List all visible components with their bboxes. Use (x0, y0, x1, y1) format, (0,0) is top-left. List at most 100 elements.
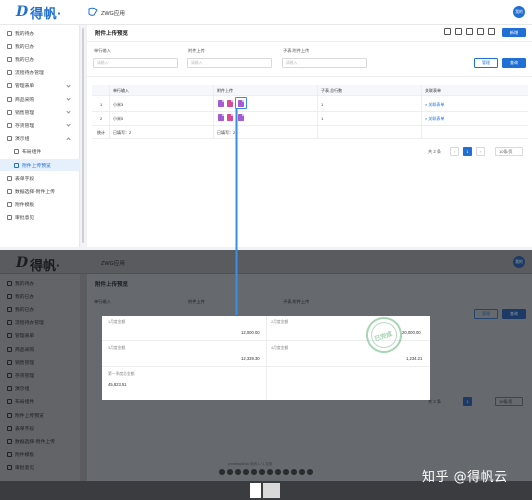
zoom-out-icon[interactable] (219, 469, 225, 475)
app-name[interactable]: ZWG应用 (101, 9, 125, 17)
avatar[interactable]: 我的 (513, 6, 525, 18)
row-text[interactable]: 小米3 (113, 102, 123, 108)
sidebar-item[interactable]: 数据选择-附件上传 (0, 185, 80, 197)
sidebar-item[interactable]: 我的待办 (0, 27, 80, 39)
filter-input-text[interactable]: 请输入 (93, 58, 178, 68)
overlay-sidebar-item: 附件上传预览 (0, 409, 80, 421)
page-number-button[interactable]: 1 (463, 147, 472, 156)
row-link[interactable]: ⌕ 关联表单 (425, 102, 444, 108)
overlay-sidebar-item: 附件模板 (0, 449, 80, 461)
play-icon[interactable] (267, 469, 273, 475)
row-link-label: 关联表单 (428, 102, 445, 107)
sidebar-item[interactable]: 商品采购 (0, 93, 80, 105)
page-thumbnail[interactable] (250, 483, 261, 498)
new-button[interactable]: 新增 (502, 28, 526, 37)
sidebar-item[interactable]: 管理表单 (0, 80, 80, 92)
settings-icon[interactable] (488, 28, 495, 35)
sidebar-item[interactable]: 我的已办 (0, 40, 80, 52)
field-icon (7, 175, 12, 181)
column-divider (213, 85, 214, 138)
sidebar-item-label: 数据选择-附件上传 (15, 189, 55, 195)
chevron-up-icon[interactable] (66, 136, 71, 142)
manage-button[interactable]: 管理 (474, 58, 498, 68)
chevron-down-icon[interactable] (66, 83, 71, 88)
overlay-sidebar-item-label: 布局组件 (15, 400, 35, 406)
check-icon (7, 306, 12, 312)
rotate-right-icon[interactable] (251, 469, 257, 475)
sidebar-item-label: 演示组 (15, 137, 30, 143)
overlay-sidebar-item-label: 附件模板 (15, 453, 35, 459)
table-header-upload[interactable]: 附件上传 (217, 88, 233, 94)
filter-input-upload[interactable]: 请输入 (187, 58, 272, 68)
fullscreen-icon[interactable] (299, 469, 305, 475)
next-icon[interactable] (275, 469, 281, 475)
sidebar-item[interactable]: 表单字段 (0, 172, 80, 184)
row-divider (92, 111, 528, 112)
row-link[interactable]: ⌕ 关联表单 (425, 116, 444, 122)
chevron-down-icon[interactable] (66, 109, 71, 114)
page-thumbnail[interactable] (263, 483, 280, 498)
rotate-left-icon[interactable] (243, 469, 249, 475)
refresh-icon[interactable] (444, 28, 451, 35)
overlay-sidebar-item-label: 表单字段 (15, 426, 35, 432)
page-size-select[interactable]: 10条/页 (495, 147, 523, 156)
sidebar-item[interactable]: 附件模板 (0, 199, 80, 211)
chevron-down-icon[interactable] (66, 122, 71, 128)
connector-arrow-icon (235, 108, 238, 315)
overlay-manage-button: 管理 (474, 309, 498, 319)
table-header (92, 85, 528, 96)
sidebar-item[interactable]: 流程待办管理 (0, 67, 80, 79)
approve-icon (7, 465, 12, 471)
next-page-button[interactable]: › (476, 147, 485, 156)
file-icon[interactable] (218, 100, 224, 107)
table-header-link[interactable]: 关联表单 (425, 88, 441, 94)
logo[interactable]: D 得帆· (16, 4, 62, 21)
overlay-page-number: 1 (463, 397, 472, 406)
chevron-down-icon[interactable] (66, 96, 71, 101)
sales-icon (7, 359, 12, 365)
table-header-text[interactable]: 单行输入 (113, 88, 129, 94)
row-divider (92, 138, 528, 139)
prev-page-button[interactable]: ‹ (450, 147, 459, 156)
flow-icon (7, 320, 12, 326)
query-button[interactable]: 查询 (502, 58, 526, 68)
sidebar-scroll-thumb[interactable] (82, 28, 84, 243)
overlay-sidebar-item: 我的待办 (0, 277, 80, 289)
row-text[interactable]: 小米5 (113, 116, 123, 122)
overlay-sidebar-item-label: 存货管理 (15, 373, 35, 379)
sidebar-item[interactable]: 存货管理 (0, 119, 80, 131)
file-icon[interactable] (227, 114, 233, 121)
overlay-sidebar-item: 表单字段 (0, 422, 80, 434)
file-icon[interactable] (227, 100, 233, 107)
export-icon[interactable] (455, 28, 462, 35)
filter-label-upload: 附件上传 (188, 48, 205, 53)
table-header-count[interactable]: 子表.总行数 (321, 88, 342, 94)
sidebar-item[interactable]: 销售管理 (0, 106, 80, 118)
sidebar-item[interactable]: 审批意见 (0, 212, 80, 224)
overlay-logo-mark-icon: D (16, 255, 29, 271)
form-icon (7, 83, 12, 89)
print-icon[interactable] (291, 469, 297, 475)
file-icon[interactable] (218, 114, 224, 121)
zoom-in-icon[interactable] (227, 469, 233, 475)
print-icon[interactable] (477, 28, 484, 35)
prev-icon[interactable] (259, 469, 265, 475)
overlay-filter-label: 子表.附件上传 (283, 299, 310, 304)
download-icon[interactable] (283, 469, 289, 475)
import-icon[interactable] (466, 28, 473, 35)
sidebar-item[interactable]: 布局组件 (0, 146, 80, 158)
sidebar-item[interactable]: 附件上传预览 (0, 159, 80, 171)
filter-label-text: 单行输入 (94, 48, 111, 53)
overlay-sidebar-item-label: 销售管理 (15, 360, 35, 366)
stock-icon (7, 122, 12, 128)
fit-icon[interactable] (235, 469, 241, 475)
filter-input-subtable[interactable]: 请输入 (282, 58, 367, 68)
overlay-sidebar-item: 管理表单 (0, 330, 80, 342)
sidebar-item[interactable]: 我的已办 (0, 53, 80, 65)
doc-field-label: 3月度金额 (108, 346, 126, 350)
doc-field-value: 45,823.51 (108, 382, 127, 387)
close-icon[interactable] (307, 469, 313, 475)
file-icon[interactable] (238, 114, 244, 121)
sidebar-item[interactable]: 演示组 (0, 133, 80, 145)
overlay-sidebar-item: 存货管理 (0, 369, 80, 381)
